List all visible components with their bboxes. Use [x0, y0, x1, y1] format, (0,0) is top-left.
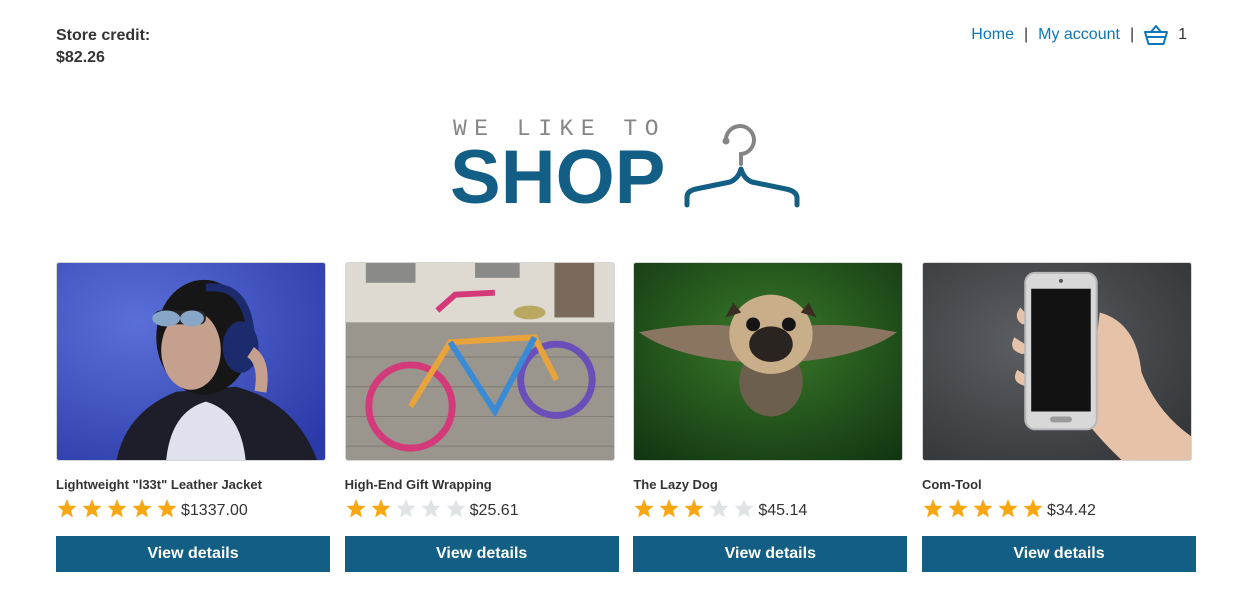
nav-separator: |	[1023, 26, 1029, 43]
product-price: $1337.00	[181, 502, 248, 519]
star-filled-icon	[82, 499, 102, 518]
star-filled-icon	[634, 499, 654, 518]
star-filled-icon	[923, 499, 943, 518]
star-empty-icon	[396, 499, 416, 518]
product-image[interactable]	[56, 262, 326, 461]
product-image[interactable]	[921, 262, 1192, 461]
top-nav: Home | My account | 1	[971, 23, 1187, 47]
star-empty-icon	[709, 499, 729, 518]
star-filled-icon	[659, 499, 679, 518]
store-credit: Store credit: $82.26	[56, 25, 150, 69]
product-price: $45.14	[758, 502, 808, 519]
star-filled-icon	[57, 499, 77, 518]
star-filled-icon	[371, 499, 391, 518]
product-card: High-End Gift Wrapping $25.61 View detai…	[344, 262, 619, 572]
rating-stars	[633, 498, 758, 520]
star-filled-icon	[132, 499, 152, 518]
star-filled-icon	[107, 499, 127, 518]
rating-row: $45.14	[633, 496, 907, 522]
my-account-link[interactable]: My account	[1038, 26, 1120, 44]
logo[interactable]: WE LIKE TO SHOP	[450, 112, 802, 218]
product-image[interactable]	[344, 262, 615, 461]
star-filled-icon	[346, 499, 366, 518]
store-credit-amount: $82.26	[56, 49, 105, 66]
rating-stars	[56, 498, 181, 520]
woman-headphones-photo	[57, 263, 325, 460]
product-card: The Lazy Dog $45.14 View details	[633, 262, 908, 572]
rating-stars	[345, 498, 470, 520]
rating-stars	[922, 498, 1047, 520]
nav-separator: |	[1129, 26, 1135, 43]
product-price: $25.61	[469, 502, 519, 519]
product-name: Com-Tool	[921, 477, 982, 492]
hand-phone-photo	[922, 263, 1191, 460]
home-link[interactable]: Home	[971, 26, 1014, 44]
rating-row: $25.61	[345, 496, 619, 522]
product-card: Lightweight "l33t" Leather Jacket $1337.…	[56, 262, 330, 572]
rating-row: $1337.00	[56, 496, 330, 522]
cart-count: 1	[1178, 26, 1187, 43]
product-price: $34.42	[1046, 502, 1096, 519]
store-credit-label: Store credit:	[56, 27, 151, 44]
basket-icon	[1144, 25, 1169, 45]
star-filled-icon	[684, 499, 704, 518]
star-filled-icon	[157, 499, 177, 518]
product-name: High-End Gift Wrapping	[344, 477, 492, 492]
star-filled-icon	[973, 499, 993, 518]
view-details-button[interactable]: View details	[921, 536, 1196, 572]
star-filled-icon	[1023, 499, 1043, 518]
knitted-bicycle-photo	[345, 263, 614, 460]
rating-row: $34.42	[922, 496, 1196, 522]
star-empty-icon	[446, 499, 466, 518]
product-card: Com-Tool $34.42 View details	[921, 262, 1196, 572]
flying-pug-photo	[634, 263, 903, 460]
product-name: Lightweight "l33t" Leather Jacket	[56, 477, 262, 492]
star-filled-icon	[998, 499, 1018, 518]
star-filled-icon	[948, 499, 968, 518]
view-details-button[interactable]: View details	[56, 536, 330, 572]
star-empty-icon	[421, 499, 441, 518]
star-empty-icon	[734, 499, 754, 518]
logo-word: SHOP	[450, 135, 666, 220]
product-grid: Lightweight "l33t" Leather Jacket $1337.…	[56, 262, 1196, 572]
view-details-button[interactable]: View details	[344, 536, 619, 572]
view-details-button[interactable]: View details	[633, 536, 908, 572]
cart-link[interactable]: 1	[1144, 24, 1187, 46]
hanger-icon	[684, 124, 800, 208]
product-name: The Lazy Dog	[633, 477, 718, 492]
product-image[interactable]	[633, 262, 904, 461]
